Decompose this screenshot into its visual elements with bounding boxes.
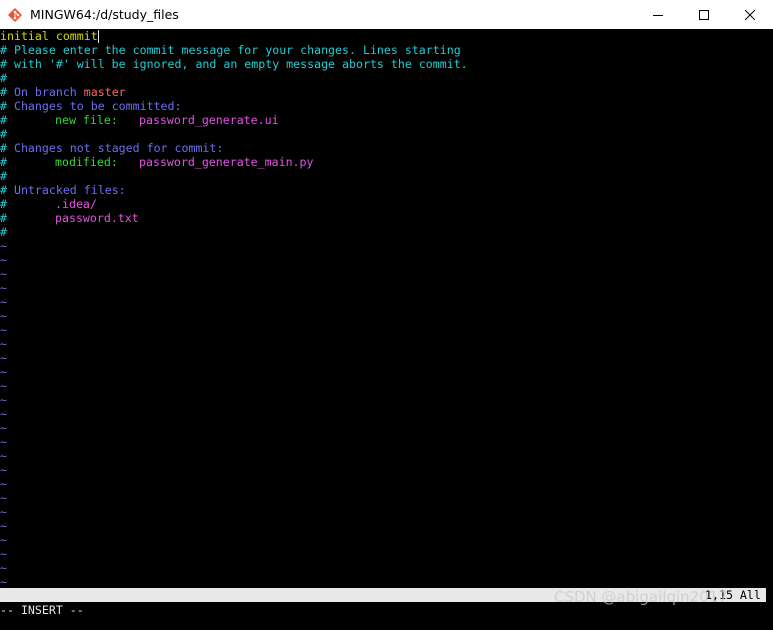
empty-line-tilde: ~ xyxy=(0,239,7,253)
empty-line-tilde: ~ xyxy=(0,309,7,323)
comment-line: # xyxy=(0,225,7,239)
maximize-button[interactable] xyxy=(681,0,727,29)
branch-line: # On branch master xyxy=(0,85,126,99)
comment-hash: # xyxy=(0,99,14,113)
commit-message-text: initial commit xyxy=(0,29,98,43)
empty-line-tilde: ~ xyxy=(0,281,7,295)
comment-hash: # xyxy=(0,183,14,197)
close-icon xyxy=(744,5,756,24)
scrollbar[interactable] xyxy=(766,29,773,619)
section-header-line: # Untracked files: xyxy=(0,183,126,197)
empty-line-tilde: ~ xyxy=(0,323,7,337)
title-bar[interactable]: MINGW64:/d/study_files xyxy=(0,0,773,29)
window-controls xyxy=(635,0,773,29)
empty-line-tilde: ~ xyxy=(0,533,7,547)
file-name: .idea/ xyxy=(55,197,97,211)
empty-line-tilde: ~ xyxy=(0,253,7,267)
minimize-button[interactable] xyxy=(635,0,681,29)
empty-line-tilde: ~ xyxy=(0,435,7,449)
text-cursor xyxy=(97,30,99,43)
comment-line: # xyxy=(0,71,7,85)
file-status-label: modified: xyxy=(55,155,118,169)
file-entry-line: # new file: password_generate.ui xyxy=(0,113,279,127)
mode-indicator: -- INSERT -- xyxy=(0,603,84,617)
empty-line-tilde: ~ xyxy=(0,365,7,379)
comment-hash: # xyxy=(0,155,7,169)
empty-line-tilde: ~ xyxy=(0,505,7,519)
empty-line-tilde: ~ xyxy=(0,547,7,561)
empty-line-tilde: ~ xyxy=(0,561,7,575)
empty-line-tilde: ~ xyxy=(0,393,7,407)
file-entry-line: # .idea/ xyxy=(0,197,97,211)
file-entry-line: # password.txt xyxy=(0,211,139,225)
file-name: password_generate_main.py xyxy=(139,155,314,169)
comment-hash: # xyxy=(0,211,7,225)
file-name: password.txt xyxy=(55,211,139,225)
empty-line-tilde: ~ xyxy=(0,407,7,421)
empty-line-tilde: ~ xyxy=(0,575,7,589)
section-header-line: # Changes to be committed: xyxy=(0,99,182,113)
section-header: Changes not staged for commit: xyxy=(13,141,224,155)
minimize-icon xyxy=(653,5,663,24)
comment-line: # with '#' will be ignored, and an empty… xyxy=(0,57,468,71)
branch-label: On branch xyxy=(13,85,84,99)
comment-hash: # xyxy=(0,113,7,127)
file-name: password_generate.ui xyxy=(139,113,279,127)
commit-message-line[interactable]: initial commit xyxy=(0,29,99,43)
empty-line-tilde: ~ xyxy=(0,491,7,505)
section-header-line: # Changes not staged for commit: xyxy=(0,141,223,155)
terminal-area[interactable]: initial commit # Please enter the commit… xyxy=(0,29,766,619)
branch-name: master xyxy=(83,85,126,99)
section-header: Changes to be committed: xyxy=(13,99,182,113)
window-title: MINGW64:/d/study_files xyxy=(30,7,179,22)
comment-hash: # xyxy=(0,197,7,211)
maximize-icon xyxy=(699,5,709,24)
comment-hash: # xyxy=(0,141,14,155)
empty-line-tilde: ~ xyxy=(0,337,7,351)
file-entry-line: # modified: password_generate_main.py xyxy=(0,155,314,169)
git-bash-icon xyxy=(7,7,23,23)
close-button[interactable] xyxy=(727,0,773,29)
comment-hash: # xyxy=(0,85,14,99)
empty-line-tilde: ~ xyxy=(0,351,7,365)
section-header: Untracked files: xyxy=(13,183,126,197)
comment-line: # Please enter the commit message for yo… xyxy=(0,43,461,57)
empty-line-tilde: ~ xyxy=(0,519,7,533)
empty-line-tilde: ~ xyxy=(0,379,7,393)
empty-line-tilde: ~ xyxy=(0,421,7,435)
watermark: CSDN @abigailqin2017 xyxy=(554,588,728,606)
comment-line: # xyxy=(0,169,7,183)
empty-line-tilde: ~ xyxy=(0,267,7,281)
empty-line-tilde: ~ xyxy=(0,477,7,491)
comment-line: # xyxy=(0,127,7,141)
file-status-label: new file: xyxy=(55,113,118,127)
empty-line-tilde: ~ xyxy=(0,463,7,477)
empty-line-tilde: ~ xyxy=(0,295,7,309)
empty-line-tilde: ~ xyxy=(0,449,7,463)
